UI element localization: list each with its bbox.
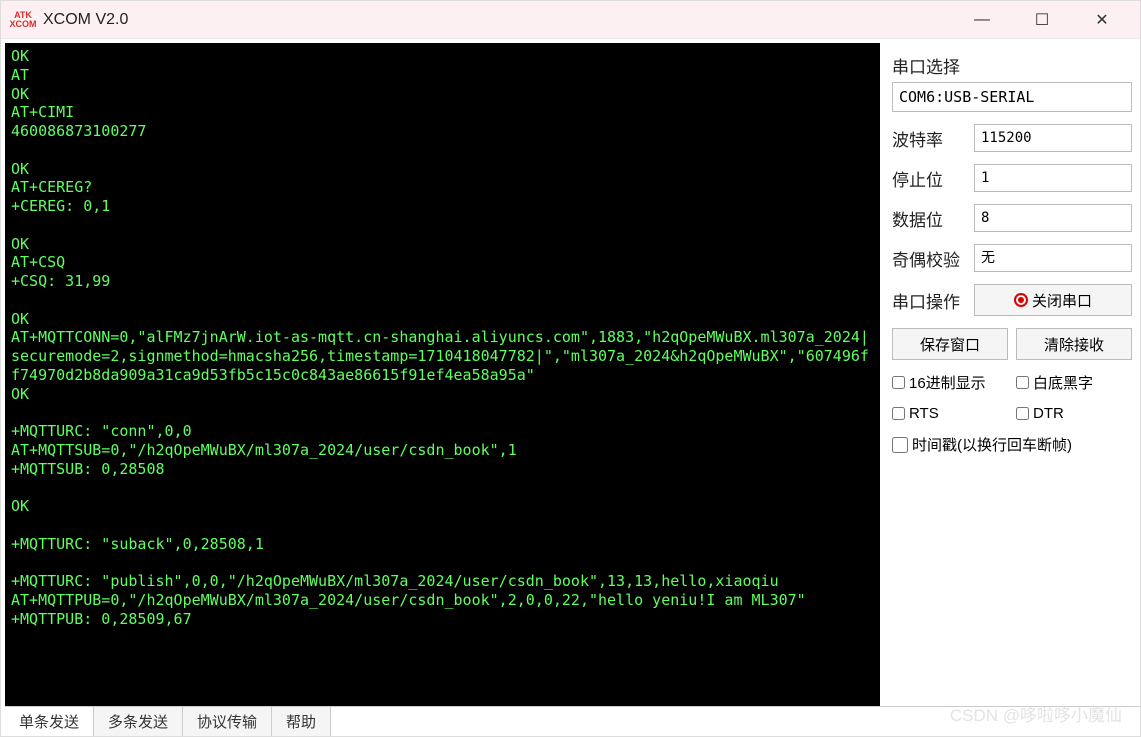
baud-row: 波特率 115200 [892, 124, 1132, 152]
stop-label: 停止位 [892, 166, 966, 191]
minimize-button[interactable]: — [952, 2, 1012, 38]
port-section-title: 串口选择 [892, 53, 1132, 78]
maximize-button[interactable]: ☐ [1012, 2, 1072, 38]
titlebar: ATKXCOM XCOM V2.0 — ☐ ✕ [1, 1, 1140, 39]
bottom-tabs: 单条发送多条发送协议传输帮助 [5, 706, 1140, 736]
tab-item[interactable]: 多条发送 [94, 707, 183, 736]
hex-display-checkbox[interactable]: 16进制显示 [892, 372, 1008, 393]
main-area: OK AT OK AT+CIMI 460086873100277 OK AT+C… [1, 39, 1140, 706]
port-toggle-label: 关闭串口 [1032, 290, 1092, 311]
clear-receive-button[interactable]: 清除接收 [1016, 328, 1132, 360]
rts-checkbox[interactable]: RTS [892, 405, 1008, 422]
port-status-icon [1014, 293, 1028, 307]
baud-label: 波特率 [892, 126, 966, 151]
close-button[interactable]: ✕ [1072, 2, 1132, 38]
tab-item[interactable]: 协议传输 [183, 707, 272, 736]
stop-select[interactable]: 1 [974, 164, 1132, 192]
window-title: XCOM V2.0 [43, 11, 128, 29]
tab-item[interactable]: 单条发送 [5, 707, 94, 736]
port-section: 串口选择 COM6:USB-SERIAL [892, 53, 1132, 112]
port-op-row: 串口操作 关闭串口 [892, 284, 1132, 316]
window-controls: — ☐ ✕ [952, 2, 1132, 38]
data-row: 数据位 8 [892, 204, 1132, 232]
stop-row: 停止位 1 [892, 164, 1132, 192]
flow-control-row: RTS DTR [892, 405, 1132, 422]
parity-row: 奇偶校验 无 [892, 244, 1132, 272]
timestamp-checkbox[interactable]: 时间戳(以换行回车断帧) [892, 434, 1132, 455]
port-select[interactable]: COM6:USB-SERIAL [892, 82, 1132, 112]
data-select[interactable]: 8 [974, 204, 1132, 232]
dtr-checkbox[interactable]: DTR [1016, 405, 1132, 422]
tab-item[interactable]: 帮助 [272, 707, 331, 736]
display-options-row: 16进制显示 白底黑字 [892, 372, 1132, 393]
save-window-button[interactable]: 保存窗口 [892, 328, 1008, 360]
parity-label: 奇偶校验 [892, 246, 966, 271]
action-row: 保存窗口 清除接收 [892, 328, 1132, 360]
side-panel: 串口选择 COM6:USB-SERIAL 波特率 115200 停止位 1 数据… [880, 39, 1140, 706]
port-op-label: 串口操作 [892, 288, 966, 313]
data-label: 数据位 [892, 206, 966, 231]
app-icon: ATKXCOM [9, 10, 37, 30]
parity-select[interactable]: 无 [974, 244, 1132, 272]
baud-select[interactable]: 115200 [974, 124, 1132, 152]
terminal-output[interactable]: OK AT OK AT+CIMI 460086873100277 OK AT+C… [5, 43, 880, 706]
port-toggle-button[interactable]: 关闭串口 [974, 284, 1132, 316]
white-bg-checkbox[interactable]: 白底黑字 [1016, 372, 1132, 393]
